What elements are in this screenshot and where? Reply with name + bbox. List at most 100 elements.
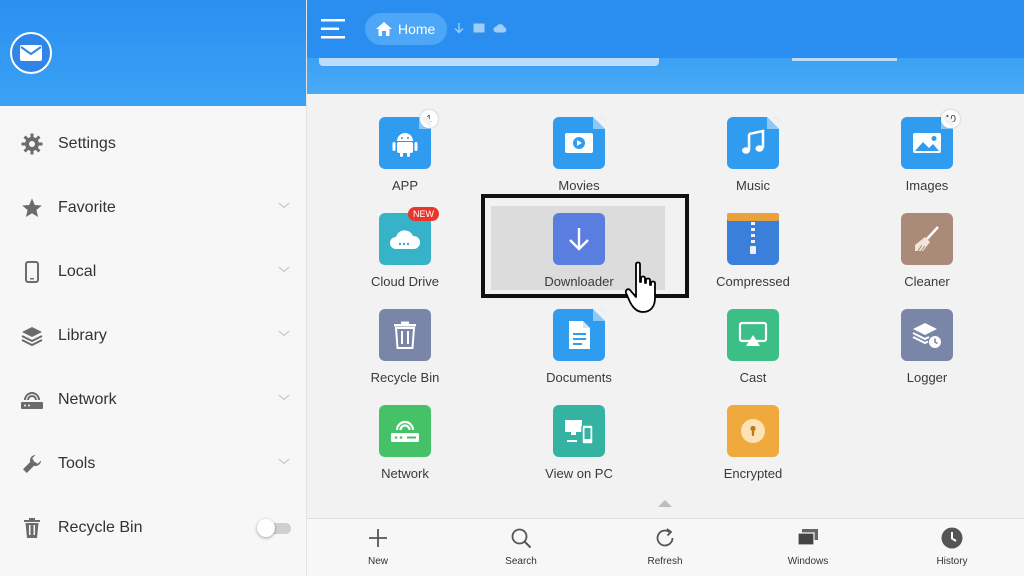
category-label: Images bbox=[905, 178, 949, 193]
sidebar-item-favorite[interactable]: Favorite bbox=[0, 176, 307, 240]
history-button[interactable]: History bbox=[912, 519, 992, 576]
top-bar: Home bbox=[307, 0, 1024, 58]
router-icon bbox=[379, 405, 431, 457]
category-cast[interactable]: Cast bbox=[693, 309, 813, 401]
sidebar-item-recycle-bin[interactable]: Recycle Bin bbox=[0, 496, 307, 560]
new-button[interactable]: New bbox=[338, 519, 418, 576]
category-label: Recycle Bin bbox=[370, 370, 440, 385]
windows-icon bbox=[795, 525, 821, 551]
download-icon bbox=[553, 213, 605, 265]
category-view-on-pc[interactable]: View on PC bbox=[519, 405, 639, 497]
trash-icon bbox=[379, 309, 431, 361]
category-movies[interactable]: Movies bbox=[519, 117, 639, 209]
chevron-down-icon[interactable] bbox=[277, 262, 291, 276]
breadcrumb-home[interactable]: Home bbox=[365, 13, 448, 45]
refresh-icon bbox=[652, 525, 678, 551]
phone-icon bbox=[19, 259, 45, 285]
category-label: Cloud Drive bbox=[371, 274, 439, 289]
sidebar-item-tools[interactable]: Tools bbox=[0, 432, 307, 496]
breadcrumb bbox=[453, 22, 507, 34]
sidebar-item-label: Tools bbox=[58, 455, 96, 472]
search-icon bbox=[508, 525, 534, 551]
category-grid: 1 APP Movies Music 10 Images NEW Cloud D… bbox=[307, 94, 1024, 518]
category-label: Music bbox=[736, 178, 770, 193]
clock-icon bbox=[939, 525, 965, 551]
chevron-down-icon[interactable] bbox=[277, 390, 291, 404]
sidebar-item-label: Settings bbox=[58, 135, 116, 152]
category-label: APP bbox=[391, 178, 418, 193]
router-icon bbox=[19, 387, 45, 413]
hand-cursor-icon bbox=[624, 261, 656, 313]
breadcrumb-home-label: Home bbox=[398, 21, 436, 37]
history-button-label: History bbox=[936, 556, 968, 567]
top-bar-extension bbox=[307, 58, 1024, 94]
image-icon: 10 bbox=[901, 110, 960, 169]
sidebar-item-label: Library bbox=[58, 327, 107, 344]
recycle-bin-toggle[interactable] bbox=[257, 519, 293, 537]
scrolled-content-edge bbox=[792, 58, 897, 61]
sidebar-item-label: Recycle Bin bbox=[58, 519, 143, 536]
category-label: Downloader bbox=[544, 274, 614, 289]
refresh-button-label: Refresh bbox=[647, 556, 683, 567]
sidebar-item-network[interactable]: Network bbox=[0, 368, 307, 432]
wrench-icon bbox=[19, 451, 45, 477]
pc-connect-icon bbox=[553, 405, 605, 457]
category-documents[interactable]: Documents bbox=[519, 309, 639, 401]
category-logger[interactable]: Logger bbox=[867, 309, 987, 401]
sidebar-item-label: Favorite bbox=[58, 199, 116, 216]
category-recycle-bin[interactable]: Recycle Bin bbox=[345, 309, 465, 401]
zip-icon bbox=[727, 213, 779, 265]
sidebar-header bbox=[0, 0, 306, 106]
movie-icon bbox=[553, 117, 605, 169]
category-images[interactable]: 10 Images bbox=[867, 110, 987, 209]
category-label: Documents bbox=[546, 370, 612, 385]
category-label: Compressed bbox=[716, 274, 790, 289]
broom-icon bbox=[901, 213, 953, 265]
category-network[interactable]: Network bbox=[345, 405, 465, 497]
mail-icon[interactable] bbox=[10, 32, 52, 74]
home-icon bbox=[376, 22, 392, 36]
cast-icon bbox=[727, 309, 779, 361]
android-icon: 1 bbox=[379, 110, 438, 169]
category-label: Network bbox=[381, 466, 429, 481]
category-label: Encrypted bbox=[723, 466, 783, 481]
category-app[interactable]: 1 APP bbox=[345, 110, 465, 209]
chevron-down-icon[interactable] bbox=[277, 198, 291, 212]
category-compressed[interactable]: Compressed bbox=[693, 213, 813, 305]
category-cloud-drive[interactable]: NEW Cloud Drive bbox=[345, 207, 465, 305]
gear-icon bbox=[19, 131, 45, 157]
lock-icon bbox=[727, 405, 779, 457]
logger-icon bbox=[901, 309, 953, 361]
search-button-label: Search bbox=[505, 556, 537, 567]
category-downloader[interactable]: Downloader bbox=[519, 213, 639, 305]
sidebar: Settings Favorite Local Library Network bbox=[0, 0, 307, 576]
scrolled-content-edge bbox=[319, 58, 659, 66]
cloud-drive-icon: NEW bbox=[379, 207, 439, 265]
chevron-down-icon[interactable] bbox=[277, 454, 291, 468]
sidebar-item-local[interactable]: Local bbox=[0, 240, 307, 304]
sidebar-item-settings[interactable]: Settings bbox=[0, 112, 307, 176]
count-badge: 1 bbox=[420, 110, 438, 128]
refresh-button[interactable]: Refresh bbox=[625, 519, 705, 576]
document-icon bbox=[553, 309, 605, 361]
category-cleaner[interactable]: Cleaner bbox=[867, 213, 987, 305]
menu-icon[interactable] bbox=[321, 18, 347, 40]
scroll-up-icon[interactable] bbox=[658, 500, 672, 507]
cloud-icon bbox=[493, 24, 507, 33]
windows-button[interactable]: Windows bbox=[768, 519, 848, 576]
category-label: Movies bbox=[558, 178, 600, 193]
search-button[interactable]: Search bbox=[481, 519, 561, 576]
chevron-down-icon[interactable] bbox=[277, 326, 291, 340]
bottom-toolbar: New Search Refresh Windows History bbox=[307, 518, 1024, 576]
sidebar-item-label: Local bbox=[58, 263, 97, 280]
category-label: Cast bbox=[739, 370, 767, 385]
category-encrypted[interactable]: Encrypted bbox=[693, 405, 813, 497]
sidebar-item-label: Network bbox=[58, 391, 117, 408]
windows-button-label: Windows bbox=[787, 556, 829, 567]
sidebar-item-library[interactable]: Library bbox=[0, 304, 307, 368]
trash-icon bbox=[19, 515, 45, 541]
new-button-label: New bbox=[367, 556, 388, 567]
window-icon bbox=[473, 23, 485, 33]
category-music[interactable]: Music bbox=[693, 117, 813, 209]
plus-icon bbox=[365, 525, 391, 551]
